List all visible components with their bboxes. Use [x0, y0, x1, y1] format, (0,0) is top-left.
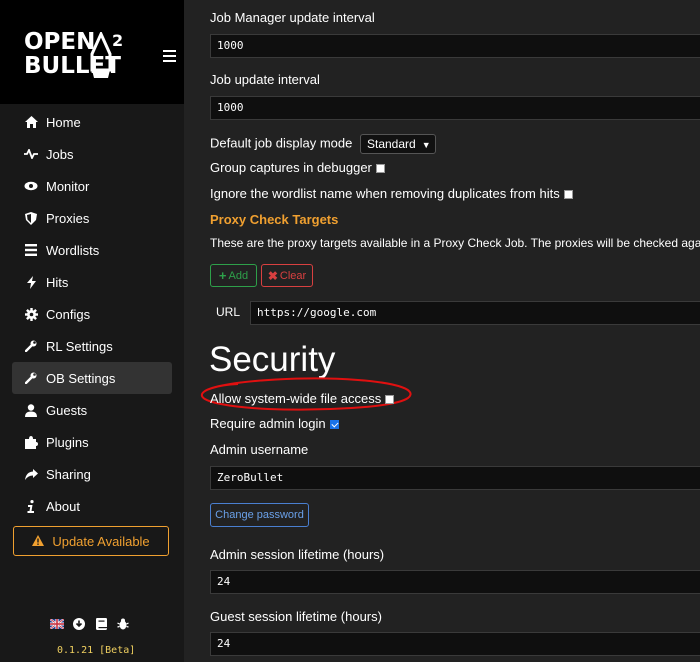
sidebar-item-label: Guests [46, 402, 88, 418]
sidebar-item-label: Sharing [46, 466, 91, 482]
home-icon [24, 115, 38, 129]
allow-file-access-row: Allow system-wide file access [210, 391, 395, 406]
list-icon [24, 243, 38, 257]
eye-icon [24, 179, 38, 193]
display-mode-label: Default job display mode [210, 135, 353, 151]
close-icon: ✖ [267, 268, 278, 283]
job-manager-interval-label: Job Manager update interval [210, 10, 375, 25]
guest-session-lifetime-input[interactable]: 24 [210, 632, 700, 656]
sidebar-item-plugins[interactable]: Plugins [12, 426, 172, 458]
sidebar-item-hits[interactable]: Hits [12, 266, 172, 298]
sidebar-item-wordlists[interactable]: Wordlists [12, 234, 172, 266]
sidebar-item-guests[interactable]: Guests [12, 394, 172, 426]
sidebar-item-label: Monitor [46, 178, 90, 194]
sidebar: OPEN BULLET 2 Home Jobs Monitor Proxies [0, 0, 184, 662]
ignore-wordlist-label: Ignore the wordlist name when removing d… [210, 186, 560, 201]
sidebar-item-about[interactable]: About [12, 490, 172, 522]
display-mode-select[interactable]: Standard ▼ [359, 134, 436, 154]
wrench-icon [24, 371, 38, 385]
admin-username-input[interactable]: ZeroBullet [210, 466, 700, 490]
wrench-icon [24, 339, 38, 353]
sidebar-item-home[interactable]: Home [12, 106, 172, 138]
clear-label: Clear [279, 269, 307, 282]
sidebar-item-label: Hits [46, 274, 69, 290]
admin-username-label: Admin username [210, 442, 309, 457]
flag-uk-icon[interactable] [50, 617, 64, 631]
require-login-row: Require admin login [210, 416, 339, 431]
download-icon[interactable] [72, 617, 86, 631]
pulse-icon [24, 147, 38, 161]
display-mode-value: Standard [366, 137, 416, 151]
user-icon [24, 403, 38, 417]
ignore-wordlist-row: Ignore the wordlist name when removing d… [210, 186, 573, 201]
plus-icon: + [218, 268, 227, 283]
sidebar-item-label: RL Settings [46, 338, 113, 354]
logo-area: OPEN BULLET 2 [0, 0, 184, 104]
book-icon[interactable] [94, 617, 108, 631]
require-login-label: Require admin login [210, 416, 326, 431]
allow-file-access-label: Allow system-wide file access [210, 391, 382, 406]
clear-targets-button[interactable]: ✖ Clear [261, 264, 313, 287]
proxy-targets-description: These are the proxy targets available in… [210, 236, 700, 250]
chevron-down-icon: ▼ [421, 140, 431, 150]
sidebar-item-label: Proxies [46, 210, 90, 226]
sidebar-item-configs[interactable]: Configs [12, 298, 172, 330]
logo-superscript: 2 [112, 31, 124, 50]
sidebar-item-rl-settings[interactable]: RL Settings [12, 330, 172, 362]
change-password-button[interactable]: Change password [210, 503, 309, 527]
sidebar-item-label: OB Settings [46, 370, 116, 386]
update-available-label: Update Available [52, 533, 150, 549]
allow-file-access-checkbox[interactable] [385, 395, 395, 405]
warning-icon [32, 534, 45, 549]
gear-icon [24, 307, 38, 321]
sidebar-item-sharing[interactable]: Sharing [12, 458, 172, 490]
admin-session-lifetime-input[interactable]: 24 [210, 570, 700, 594]
job-manager-interval-input[interactable]: 1000 [210, 34, 700, 58]
url-column-header: URL [216, 305, 241, 319]
sidebar-item-label: Wordlists [46, 242, 100, 258]
shield-icon [24, 211, 38, 225]
add-label: Add [228, 269, 249, 282]
job-update-interval-input[interactable]: 1000 [210, 96, 700, 120]
sidebar-item-jobs[interactable]: Jobs [12, 138, 172, 170]
ignore-wordlist-checkbox[interactable] [563, 190, 573, 200]
footer-icons [50, 617, 130, 631]
share-icon [24, 467, 38, 481]
version-label: 0.1.21 [Beta] [57, 645, 136, 656]
info-icon [24, 499, 38, 513]
guest-session-lifetime-label: Guest session lifetime (hours) [210, 609, 382, 624]
sidebar-item-label: Home [46, 114, 81, 130]
admin-session-lifetime-label: Admin session lifetime (hours) [210, 547, 385, 562]
bug-icon[interactable] [116, 617, 130, 631]
sidebar-item-label: Plugins [46, 434, 89, 450]
update-available-button[interactable]: Update Available [13, 526, 169, 556]
sidebar-item-label: Configs [46, 306, 91, 322]
sidebar-nav: Home Jobs Monitor Proxies Wordlists Hits… [12, 106, 172, 522]
sidebar-item-monitor[interactable]: Monitor [12, 170, 172, 202]
bolt-icon [24, 275, 38, 289]
display-mode-row: Default job display mode Standard ▼ [210, 134, 436, 154]
sidebar-item-label: About [46, 498, 80, 514]
sidebar-item-proxies[interactable]: Proxies [12, 202, 172, 234]
require-login-checkbox[interactable] [329, 420, 339, 430]
proxy-targets-title: Proxy Check Targets [210, 212, 339, 227]
sidebar-item-label: Jobs [46, 146, 74, 162]
rocket-icon [90, 32, 112, 78]
group-captures-row: Group captures in debugger [210, 160, 385, 175]
add-target-button[interactable]: + Add [210, 264, 257, 287]
job-update-interval-label: Job update interval [210, 72, 320, 87]
puzzle-icon [24, 435, 38, 449]
menu-toggle-icon[interactable] [163, 50, 176, 62]
group-captures-checkbox[interactable] [375, 164, 385, 174]
proxy-target-url-input[interactable]: https://google.com [250, 301, 700, 325]
sidebar-item-ob-settings[interactable]: OB Settings [12, 362, 172, 394]
group-captures-label: Group captures in debugger [210, 160, 372, 175]
settings-panel: Job Manager update interval 1000 Job upd… [184, 0, 700, 662]
